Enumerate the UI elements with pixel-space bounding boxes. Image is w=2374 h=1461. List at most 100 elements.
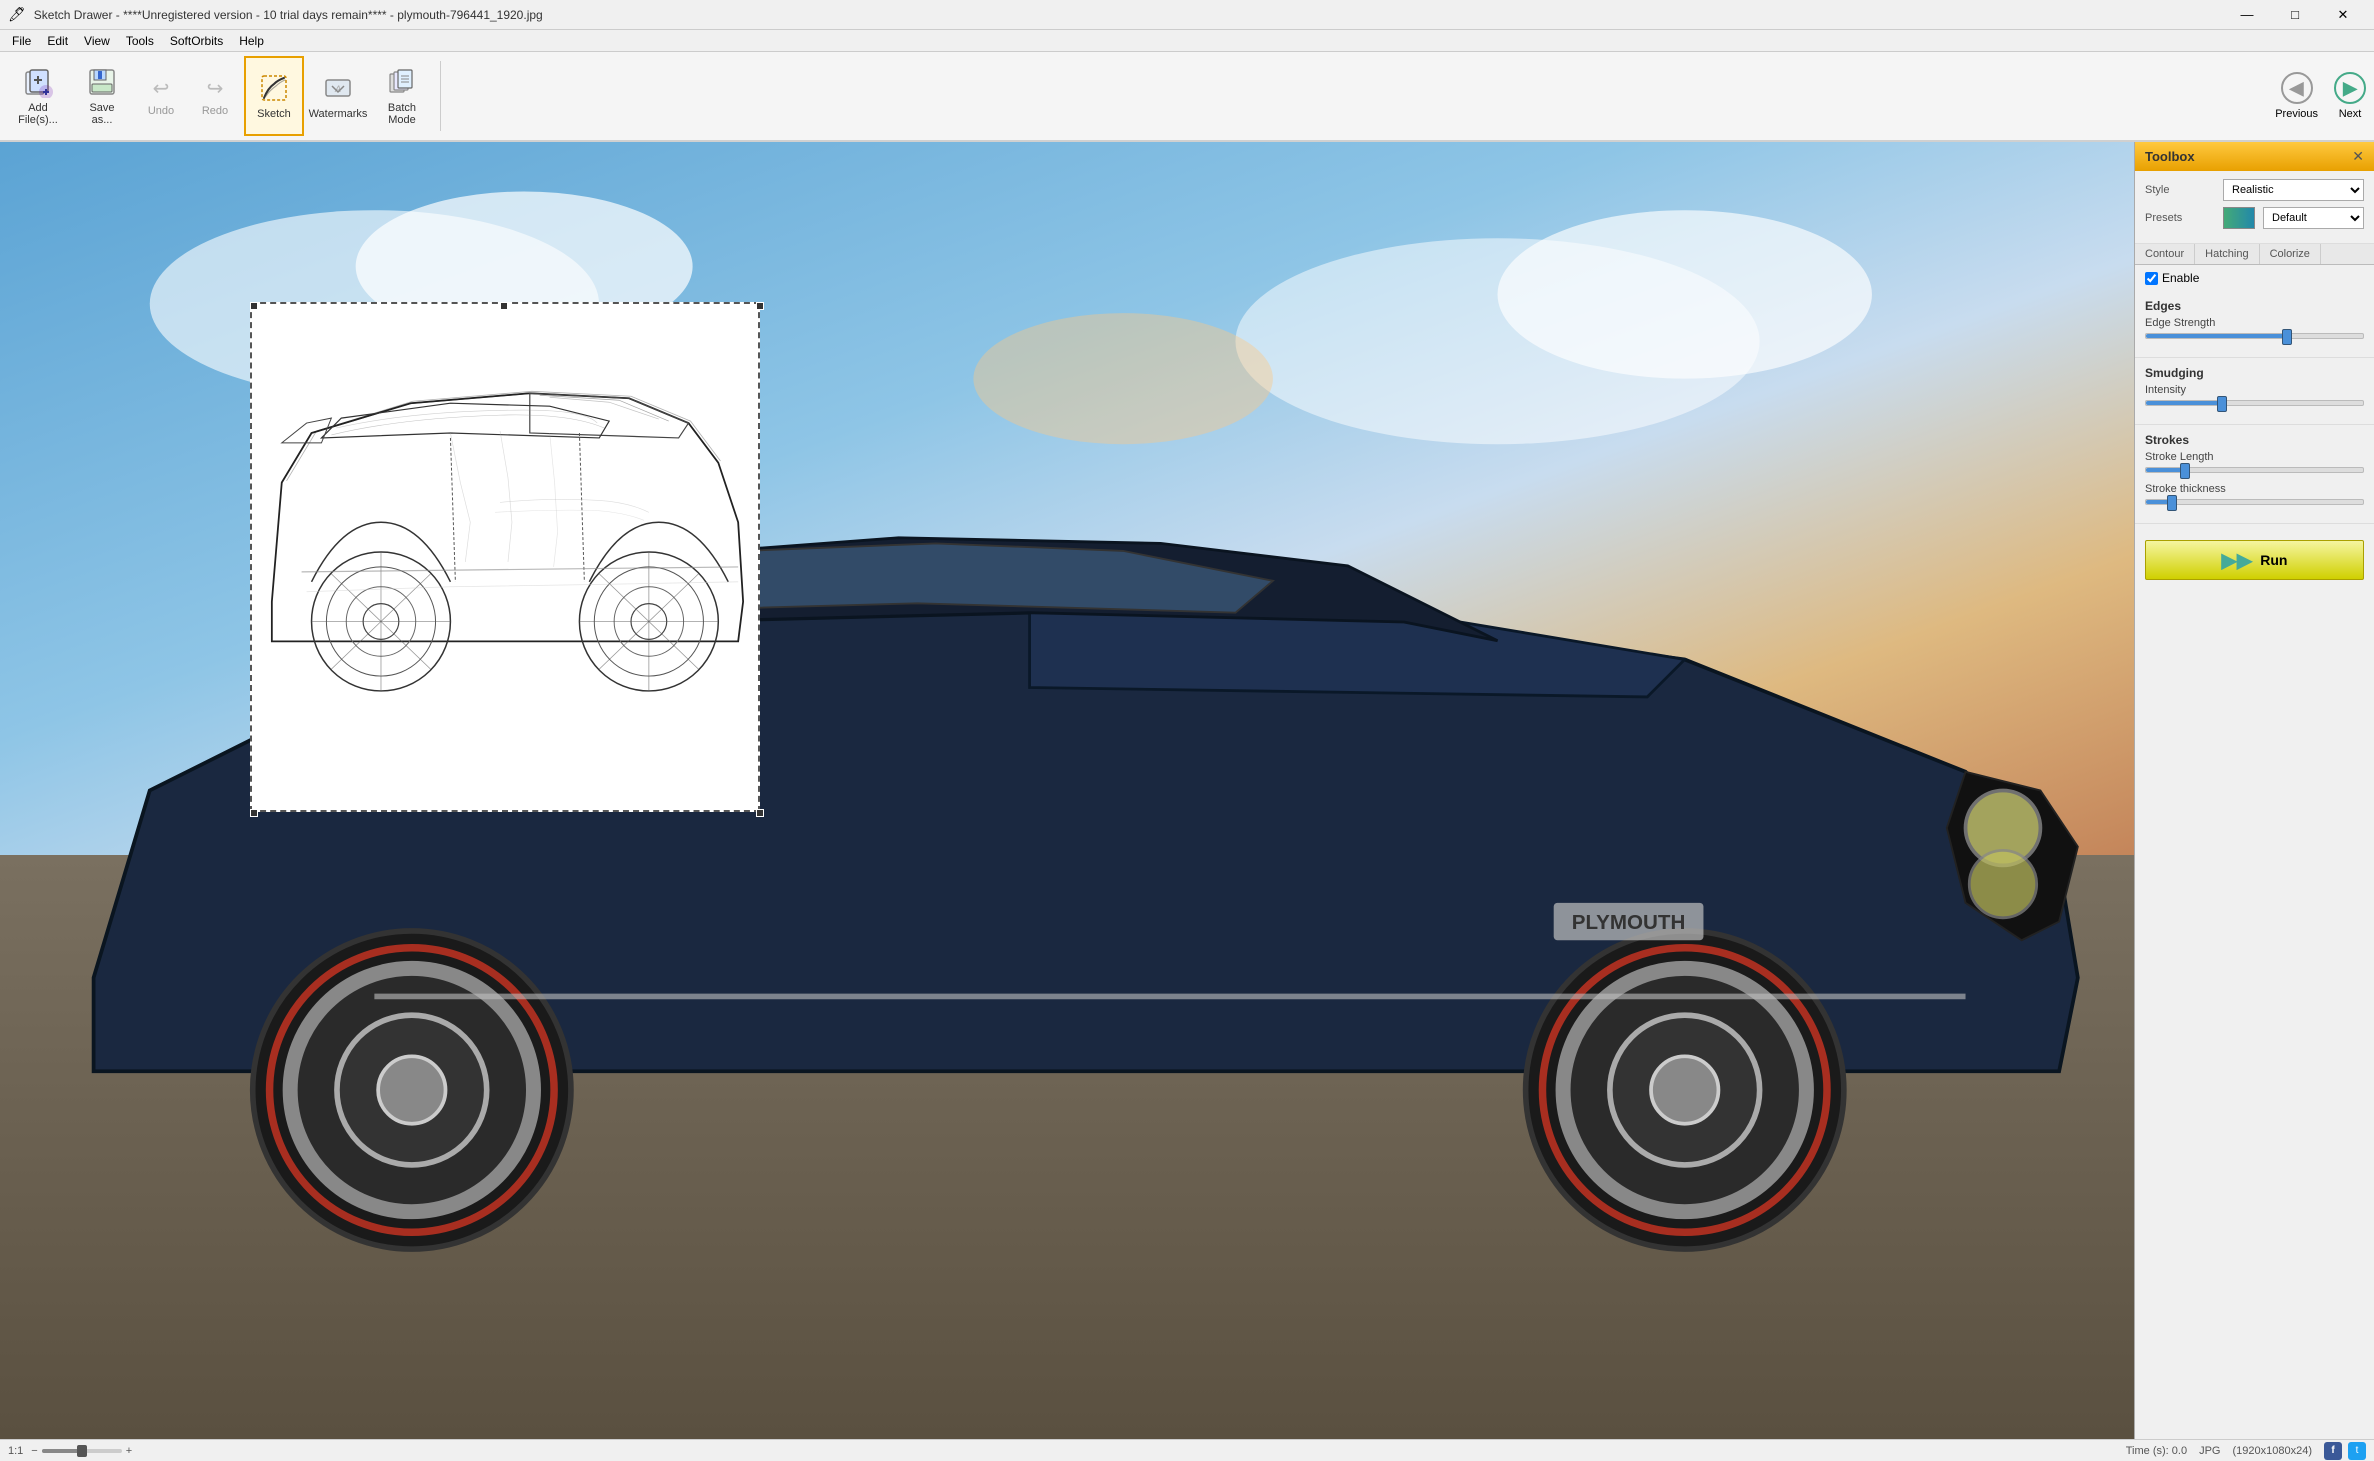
save-as-button[interactable]: Save as... [72,56,132,136]
selection-handle-tc[interactable] [500,302,508,310]
enable-checkbox[interactable] [2145,272,2158,285]
zoom-fill [42,1449,82,1453]
tab-colorize[interactable]: Colorize [2260,244,2321,264]
facebook-icon[interactable]: f [2324,1442,2342,1460]
time-label: Time (s): 0.0 [2126,1445,2187,1457]
menu-softorbits[interactable]: SoftOrbits [162,32,231,50]
toolbar-separator [440,61,441,131]
next-arrow-icon: ▶ [2334,72,2366,104]
edge-strength-track[interactable] [2145,333,2364,339]
stroke-length-container: Stroke Length [2145,451,2364,473]
canvas-area[interactable]: PLYMOUTH [0,142,2134,1439]
toolbar: Add File(s)... Save as... ↩ Undo ↪ Redo [0,52,2374,142]
preset-icon [2223,207,2255,229]
twitter-icon[interactable]: t [2348,1442,2366,1460]
window-title: Sketch Drawer - ****Unregistered version… [34,8,2224,22]
minimize-button[interactable]: — [2224,0,2270,30]
next-label: Next [2339,108,2362,120]
run-button[interactable]: ▶▶ Run [2145,540,2364,580]
style-select[interactable]: Realistic Cartoon Fine Art [2223,179,2364,201]
toolbox-header: Toolbox ✕ [2135,142,2374,171]
add-files-icon [22,66,54,98]
redo-label: Redo [202,105,228,117]
close-button[interactable]: ✕ [2320,0,2366,30]
batch-mode-icon [386,66,418,98]
watermarks-button[interactable]: A Watermarks [308,56,368,136]
intensity-track[interactable] [2145,400,2364,406]
intensity-fill [2146,401,2222,405]
tab-hatching[interactable]: Hatching [2195,244,2259,264]
svg-text:PLYMOUTH: PLYMOUTH [1572,911,1686,934]
presets-label: Presets [2145,212,2215,224]
sketch-button[interactable]: Sketch [244,56,304,136]
previous-arrow-icon: ◀ [2281,72,2313,104]
save-as-icon [86,66,118,98]
intensity-thumb[interactable] [2217,396,2227,412]
batch-mode-button[interactable]: Batch Mode [372,56,432,136]
run-icon: ▶▶ [2222,548,2253,573]
edge-strength-container: Edge Strength [2145,317,2364,339]
toolbox-tabs: Contour Hatching Colorize [2135,244,2374,265]
presets-row: Presets Default Classic Heavy [2145,207,2364,229]
sketch-svg [252,304,758,810]
toolbar-navigation: ◀ Previous ▶ Next [2275,72,2366,120]
social-icons: f t [2324,1442,2366,1460]
undo-button[interactable]: ↩ Undo [136,56,186,136]
strokes-section: Strokes Stroke Length Stroke thickness [2135,425,2374,524]
dimensions-label: (1920x1080x24) [2232,1445,2312,1457]
menu-edit[interactable]: Edit [39,32,76,50]
watermarks-label: Watermarks [309,108,368,120]
presets-select[interactable]: Default Classic Heavy [2263,207,2364,229]
run-label: Run [2260,552,2287,568]
zoom-ratio: 1:1 [8,1445,23,1457]
selection-handle-tr[interactable] [756,302,764,310]
smudging-section: Smudging Intensity [2135,358,2374,425]
stroke-thickness-track[interactable] [2145,499,2364,505]
previous-label: Previous [2275,108,2318,120]
edges-title: Edges [2145,299,2364,313]
sketch-region [250,302,760,812]
next-button[interactable]: ▶ Next [2334,72,2366,120]
edge-strength-fill [2146,334,2287,338]
previous-nav: ◀ Previous [2275,72,2318,120]
style-label: Style [2145,184,2215,196]
stroke-length-track[interactable] [2145,467,2364,473]
selection-handle-tl[interactable] [250,302,258,310]
menu-tools[interactable]: Tools [118,32,162,50]
selection-handle-bl[interactable] [250,809,258,817]
edges-section: Edges Edge Strength [2135,291,2374,358]
zoom-slider-container: − + [31,1445,132,1457]
maximize-button[interactable]: □ [2272,0,2318,30]
tab-contour[interactable]: Contour [2135,244,2195,264]
menu-help[interactable]: Help [231,32,272,50]
next-nav: ▶ Next [2334,72,2366,120]
undo-label: Undo [148,105,174,117]
menubar: File Edit View Tools SoftOrbits Help [0,30,2374,52]
sketch-icon [258,72,290,104]
selection-handle-br[interactable] [756,809,764,817]
stroke-thickness-thumb[interactable] [2167,495,2177,511]
enable-row: Enable [2135,265,2374,291]
zoom-slider[interactable] [42,1449,122,1453]
titlebar: 🖊 Sketch Drawer - ****Unregistered versi… [0,0,2374,30]
edge-strength-label: Edge Strength [2145,317,2364,329]
batch-mode-label: Batch Mode [388,102,416,126]
enable-label[interactable]: Enable [2162,271,2199,285]
previous-button[interactable]: ◀ Previous [2275,72,2318,120]
zoom-plus-icon[interactable]: + [126,1445,132,1457]
save-as-label: Save as... [89,102,114,126]
stroke-length-thumb[interactable] [2180,463,2190,479]
edge-strength-thumb[interactable] [2282,329,2292,345]
stroke-thickness-container: Stroke thickness [2145,483,2364,505]
zoom-minus-icon[interactable]: − [31,1445,37,1457]
sketch-label: Sketch [257,108,291,120]
zoom-thumb[interactable] [77,1445,87,1457]
format-label: JPG [2199,1445,2220,1457]
redo-button[interactable]: ↪ Redo [190,56,240,136]
add-files-button[interactable]: Add File(s)... [8,56,68,136]
toolbox-close-button[interactable]: ✕ [2352,148,2364,165]
statusbar: 1:1 − + Time (s): 0.0 JPG (1920x1080x24)… [0,1439,2374,1461]
menu-view[interactable]: View [76,32,118,50]
undo-icon: ↩ [153,76,170,101]
menu-file[interactable]: File [4,32,39,50]
